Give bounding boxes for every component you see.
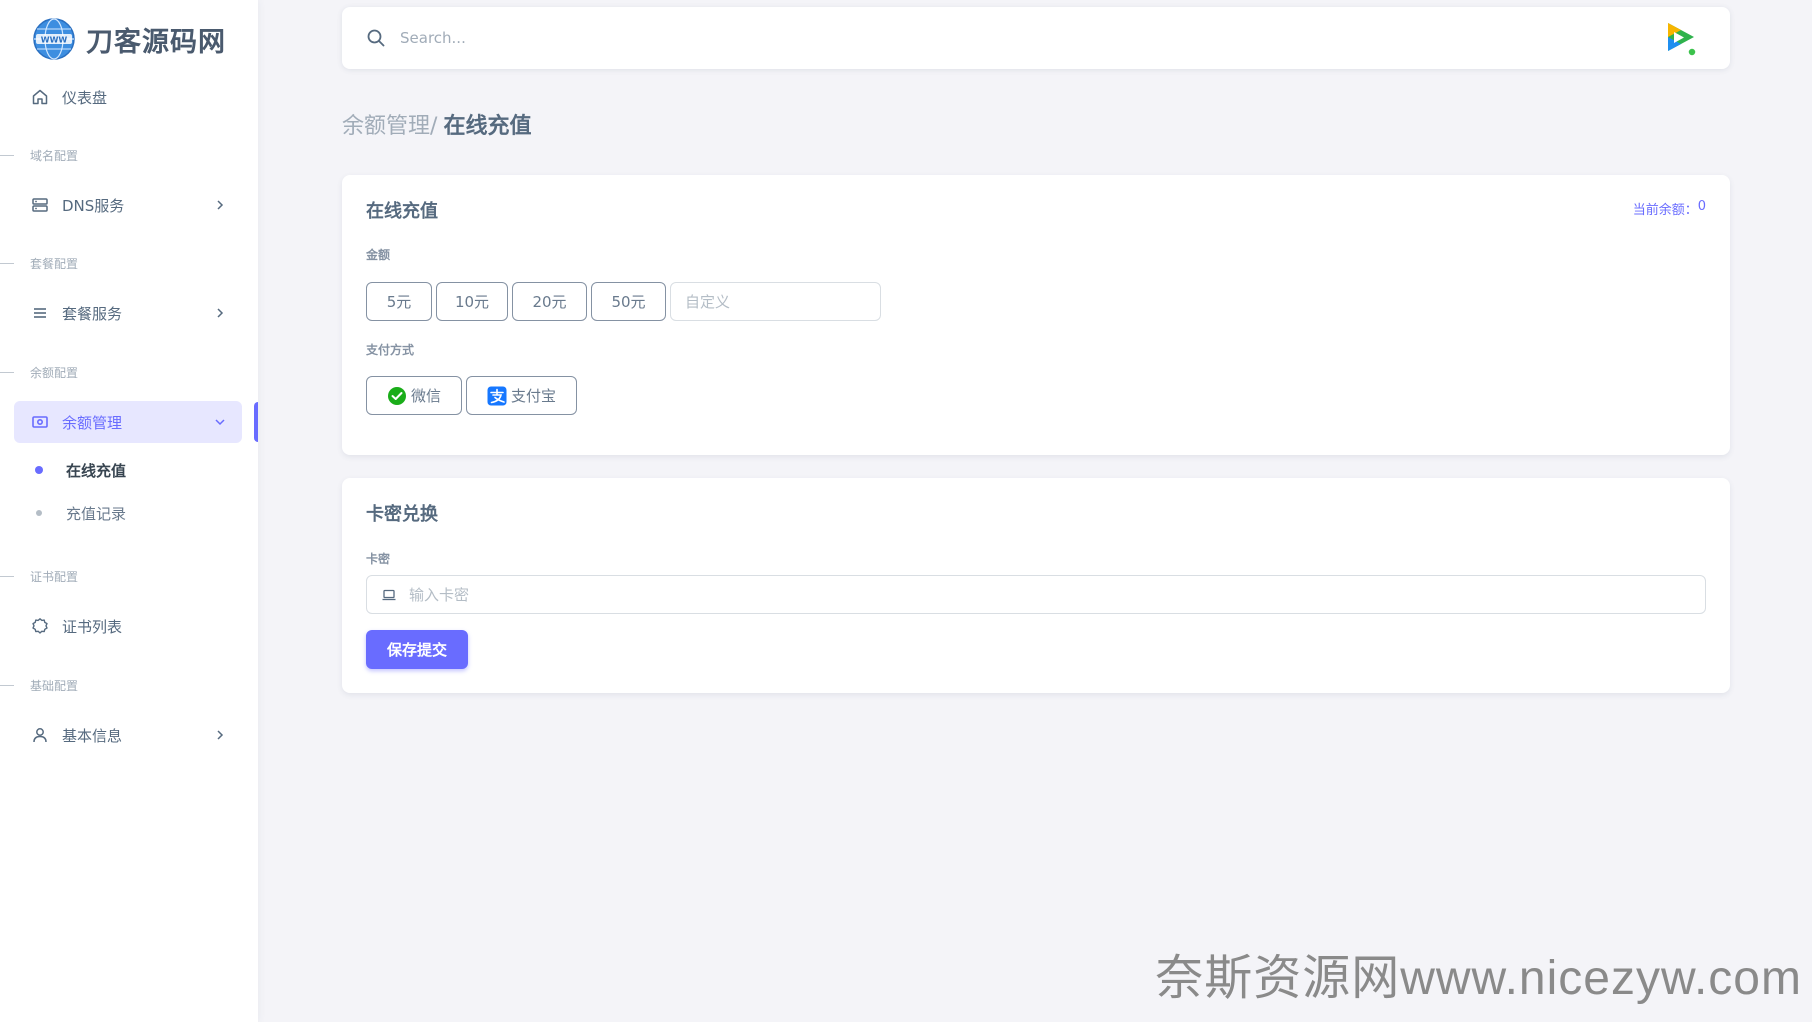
sidebar-item-package[interactable]: 套餐服务 <box>14 292 242 334</box>
current-balance: 当前余额： 0 <box>1633 199 1706 218</box>
sidebar-item-balance[interactable]: 余额管理 <box>14 401 242 443</box>
alipay-icon <box>487 386 507 405</box>
payment-method-label: 支付方式 <box>366 343 415 357</box>
chevron-down-icon <box>215 419 225 426</box>
wechat-icon <box>388 386 406 405</box>
sidebar-item-label: 基本信息 <box>62 726 123 745</box>
breadcrumb-separator: / <box>430 114 438 139</box>
recharge-card: 在线充值 当前余额： 0 金额 5元 10元 20元 50元 支付方式 微信 支… <box>342 175 1730 455</box>
sidebar-item-label: 套餐服务 <box>62 304 123 323</box>
svg-text:WWW: WWW <box>41 36 68 45</box>
menu-header-balance: 余额配置 <box>0 362 240 382</box>
balance-label: 当前余额： <box>1632 203 1698 218</box>
amount-option-50[interactable]: 50元 <box>591 282 666 321</box>
brand-name: 刀客源码网 <box>86 26 226 58</box>
pay-method-label: 微信 <box>411 387 442 405</box>
amount-option-10[interactable]: 10元 <box>436 282 508 321</box>
card-key-field <box>366 575 1706 614</box>
sidebar-item-dashboard[interactable]: 仪表盘 <box>14 76 242 118</box>
menu-header-basic: 基础配置 <box>0 675 240 695</box>
card-key-input[interactable] <box>409 576 1705 613</box>
video-play-avatar-icon[interactable] <box>1660 18 1700 58</box>
menu-header-certificate: 证书配置 <box>0 566 240 586</box>
sidebar-subitem-online-recharge[interactable]: 在线充值 <box>30 452 240 488</box>
certificate-icon <box>30 616 50 636</box>
custom-amount-input[interactable] <box>670 282 881 321</box>
sidebar-item-label: DNS服务 <box>62 196 125 215</box>
chevron-right-icon <box>217 308 224 318</box>
sidebar-item-label: 仪表盘 <box>62 88 108 107</box>
pay-wechat-button[interactable]: 微信 <box>366 376 463 415</box>
home-icon <box>30 87 50 107</box>
wallet-icon <box>30 412 50 432</box>
brand[interactable]: WWW 刀客源码网 <box>32 16 226 62</box>
menu-icon <box>30 303 50 323</box>
active-indicator <box>254 402 258 442</box>
sidebar-item-dns[interactable]: DNS服务 <box>14 184 242 226</box>
amount-options: 5元 10元 20元 50元 <box>366 282 881 321</box>
chevron-right-icon <box>217 730 224 740</box>
card-title: 在线充值 <box>366 201 438 222</box>
globe-www-icon: WWW <box>33 18 75 60</box>
sidebar-item-label: 余额管理 <box>62 413 123 432</box>
save-submit-button[interactable]: 保存提交 <box>366 630 468 669</box>
server-icon <box>30 195 50 215</box>
user-icon <box>30 725 50 745</box>
menu-header-domain: 域名配置 <box>0 145 240 165</box>
sidebar-subitem-recharge-records[interactable]: 充值记录 <box>30 495 240 531</box>
page-title: 在线充值 <box>443 114 532 139</box>
chevron-right-icon <box>217 200 224 210</box>
redeem-card: 卡密兑换 卡密 保存提交 <box>342 478 1730 693</box>
menu-header-package: 套餐配置 <box>0 253 240 273</box>
card-title: 卡密兑换 <box>366 504 438 525</box>
top-navbar <box>342 7 1730 69</box>
search-icon <box>367 29 385 47</box>
pay-method-label: 支付宝 <box>511 387 557 405</box>
amount-option-5[interactable]: 5元 <box>366 282 432 321</box>
watermark: 奈斯资源网www.nicezyw.com <box>1155 952 1802 1005</box>
breadcrumb-parent[interactable]: 余额管理 <box>342 108 430 140</box>
search-input[interactable] <box>400 25 1000 51</box>
amount-label: 金额 <box>366 248 391 262</box>
breadcrumb: 余额管理 / 在线充值 <box>342 108 531 140</box>
amount-option-20[interactable]: 20元 <box>512 282 587 321</box>
sidebar-item-basic-info[interactable]: 基本信息 <box>14 714 242 756</box>
laptop-icon <box>382 589 396 600</box>
pay-alipay-button[interactable]: 支付宝 <box>466 376 578 415</box>
balance-value: 0 <box>1697 199 1706 214</box>
sidebar: WWW 刀客源码网 仪表盘 域名配置 DNS服务 套餐配置 套餐服务 余额配置 <box>0 0 258 1022</box>
sidebar-item-certificates[interactable]: 证书列表 <box>14 605 242 647</box>
payment-methods: 微信 支付宝 <box>366 376 578 415</box>
sidebar-item-label: 证书列表 <box>62 617 123 636</box>
card-key-label: 卡密 <box>366 552 391 566</box>
